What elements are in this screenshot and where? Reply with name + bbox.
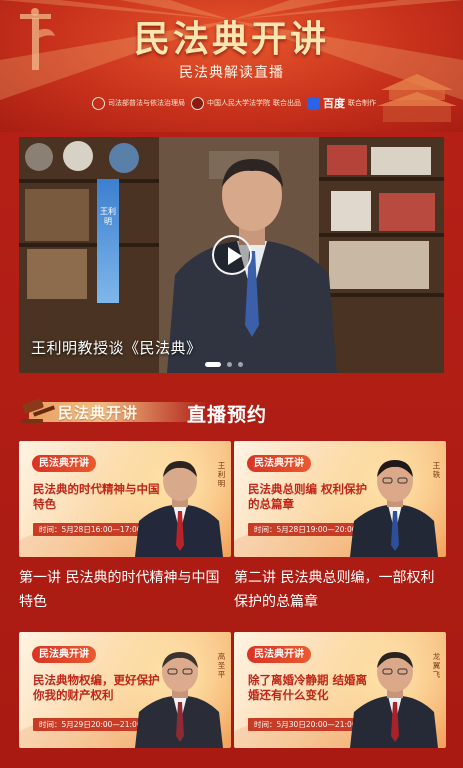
plate-decoration [63,141,93,171]
play-icon [228,247,242,265]
baidu-paw-icon [307,96,320,110]
video-caption: 王利明教授谈《民法典》 [31,339,202,357]
books [331,191,371,231]
header-banner: 民法典开讲 民法典解读直播 司法部普法与依法治理局 中国人民大学法学院 联合出品… [0,0,463,132]
speaker-photo [350,652,438,748]
banner-name: 王利明 [100,207,116,226]
speaker-photo [135,652,223,748]
carousel-dot[interactable] [238,362,243,367]
baidu-name: 百度 [323,97,345,110]
shelf-board [19,179,159,183]
lecture-card-2[interactable]: 民法典开讲 民法典总则编 权利保护的总篇章 时间：5月28日19:00—20:0… [234,441,446,557]
name-banner: 王利明 [97,179,119,303]
carousel-dot-active[interactable] [205,362,221,367]
card-time: 时间：5月28日19:00—20:00 [248,523,363,536]
producer-ministry: 司法部普法与依法治理局 [92,96,185,110]
books [27,249,87,299]
video-player[interactable]: 王利明 王利明教授谈《民法典》 [19,137,444,373]
books [329,241,429,289]
lecture-card-4[interactable]: 民法典开讲 除了离婚冷静期 结婚离婚还有什么变化 时间：5月30日20:00—2… [234,632,446,748]
producers-bar: 司法部普法与依法治理局 中国人民大学法学院 联合出品 百度 联合制作 [92,95,382,111]
card-tag: 民法典开讲 [32,455,96,472]
shelf-board [19,243,159,247]
lecture-card-1[interactable]: 民法典开讲 民法典的时代精神与中国特色 时间：5月28日16:00—17:00 … [19,441,231,557]
carousel-indicator [205,362,249,367]
speaker-photo [135,461,223,557]
page-subtitle: 民法典解读直播 [179,65,284,81]
page: 民法典开讲 民法典解读直播 司法部普法与依法治理局 中国人民大学法学院 联合出品… [0,0,463,768]
books [379,193,435,231]
producer-baidu: 百度 联合制作 [307,95,376,111]
lecture-title-2[interactable]: 第二讲 民法典总则编，一部权利保护的总篇章 [234,566,448,614]
plate-decoration [25,143,53,171]
producer-ruc: 中国人民大学法学院 联合出品 [191,96,301,110]
gavel-icon [21,398,56,423]
card-time: 时间：5月28日16:00—17:00 [33,523,148,536]
books [25,189,89,241]
plate-decoration [109,143,139,173]
section-title: 直播预约 [187,404,268,426]
play-button[interactable] [212,235,252,275]
carousel-dot[interactable] [227,362,232,367]
ministry-name: 司法部普法与依法治理局 [108,99,185,107]
speaker-photo [350,460,438,557]
lecture-card-3[interactable]: 民法典开讲 民法典物权编，更好保护你我的财产权利 时间：5月29日20:00—2… [19,632,231,748]
card-tag: 民法典开讲 [247,455,311,472]
shelf-board [319,177,444,181]
books [371,147,431,175]
shelf-board [319,233,444,237]
card-time: 时间：5月29日20:00—21:00 [33,718,148,731]
card-time: 时间：5月30日20:00—21:00 [248,718,363,731]
section-tag: 民法典开讲 [58,404,139,422]
ruc-name: 中国人民大学法学院 [207,99,270,107]
card-tag: 民法典开讲 [32,646,96,663]
shelf-board [319,293,444,297]
page-title: 民法典开讲 [133,18,329,60]
card-tag: 民法典开讲 [247,646,311,663]
joint-produce-label: 联合制作 [348,99,376,107]
ruc-logo-icon [191,96,204,110]
section-header: 民法典开讲 直播预约 [19,395,444,429]
ministry-logo-icon [92,96,105,110]
joint-publish-label: 联合出品 [273,99,301,107]
lecture-title-1[interactable]: 第一讲 民法典的时代精神与中国特色 [19,566,233,614]
